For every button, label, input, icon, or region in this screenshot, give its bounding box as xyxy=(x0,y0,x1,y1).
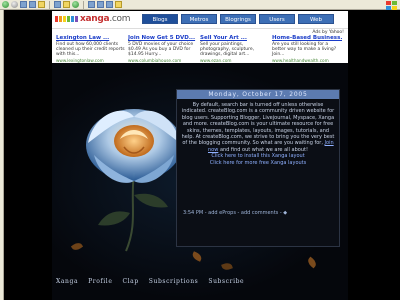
entry-body: By default, search bar is turned off unl… xyxy=(177,99,339,169)
nav-tab-users[interactable]: Users xyxy=(259,14,295,24)
stop-icon xyxy=(20,1,27,8)
print-button[interactable] xyxy=(97,1,104,9)
blog-entry-box: Monday, October 17, 2005 By default, sea… xyxy=(176,89,340,247)
ad-body: Are you still looking for a better way t… xyxy=(272,42,337,57)
ad-body: 5 DVD movies of your choice $0.49 As you… xyxy=(128,42,194,57)
discuss-button[interactable] xyxy=(115,1,122,9)
back-icon xyxy=(2,1,9,8)
favorites-icon xyxy=(63,1,70,8)
xanga-header: xanga.com Blogs Metros Blogrings Users W… xyxy=(52,11,348,28)
discuss-icon xyxy=(115,1,122,8)
ad-item[interactable]: Join Now Get 5 DVD... 5 DVD movies of yo… xyxy=(128,35,198,63)
back-button[interactable] xyxy=(2,1,9,9)
home-icon xyxy=(38,1,45,8)
favorites-button[interactable] xyxy=(63,1,70,9)
toolbar-divider xyxy=(49,0,50,9)
ad-title[interactable]: Join Now Get 5 DVD... xyxy=(128,35,198,41)
profile-layout: Monday, October 17, 2005 By default, sea… xyxy=(52,63,348,300)
refresh-icon xyxy=(29,1,36,8)
search-icon xyxy=(54,1,61,8)
stop-button[interactable] xyxy=(20,1,27,9)
ad-item[interactable]: Sell Your Art ... Sell your paintings, p… xyxy=(200,35,270,63)
entry-text-end: and find out what we are all about! xyxy=(219,146,308,153)
ad-item[interactable]: Lexington Law ... Find out how 60,000 cl… xyxy=(56,35,126,63)
browser-toolbar xyxy=(0,0,400,10)
xanga-logo[interactable]: xanga.com xyxy=(55,14,131,24)
ad-item[interactable]: Home-Based Business... Are you still loo… xyxy=(272,35,342,63)
logo-block xyxy=(59,16,62,22)
ad-body: Find out how 60,000 clients cleaned up t… xyxy=(56,42,125,57)
xanga-logo-icon xyxy=(55,16,78,22)
entry-text: By default, search bar is turned off unl… xyxy=(181,102,335,147)
toolbar-divider-2 xyxy=(83,0,84,9)
logo-block xyxy=(67,16,70,22)
forward-icon xyxy=(11,1,18,8)
home-button[interactable] xyxy=(38,1,45,9)
logo-block xyxy=(71,16,74,22)
profile-nav-clap[interactable]: Clap xyxy=(122,278,138,285)
logo-text: xanga.com xyxy=(80,14,131,24)
profile-nav-subscribe[interactable]: Subscribe xyxy=(208,278,244,285)
nav-tab-web[interactable]: Web xyxy=(298,14,334,24)
ad-title[interactable]: Sell Your Art ... xyxy=(200,35,270,41)
mail-button[interactable] xyxy=(88,1,95,9)
history-icon xyxy=(72,1,79,8)
more-layouts-link[interactable]: Click here for more free Xanga layouts xyxy=(181,160,335,166)
nav-tab-metros[interactable]: Metros xyxy=(181,14,217,24)
profile-nav-profile[interactable]: Profile xyxy=(88,278,112,285)
profile-nav-xanga[interactable]: Xanga xyxy=(56,278,78,285)
logo-block xyxy=(55,16,58,22)
ad-body: Sell your paintings, photography, sculpt… xyxy=(200,42,255,57)
mail-icon xyxy=(88,1,95,8)
refresh-button[interactable] xyxy=(29,1,36,9)
search-button[interactable] xyxy=(54,1,61,9)
xanga-nav: Blogs Metros Blogrings Users Web xyxy=(142,14,334,24)
ad-title[interactable]: Home-Based Business... xyxy=(272,35,342,41)
browser-left-edge xyxy=(0,10,4,300)
history-button[interactable] xyxy=(72,1,79,9)
forward-button[interactable] xyxy=(11,1,18,9)
logo-block xyxy=(75,16,78,22)
sponsored-ads: Ads by Yahoo! Lexington Law ... Find out… xyxy=(52,28,348,63)
profile-nav-subscriptions[interactable]: Subscriptions xyxy=(149,278,199,285)
edit-icon xyxy=(106,1,113,8)
logo-block xyxy=(63,16,66,22)
profile-nav: Xanga Profile Clap Subscriptions Subscri… xyxy=(56,278,244,285)
nav-tab-blogs[interactable]: Blogs xyxy=(142,14,178,24)
edit-button[interactable] xyxy=(106,1,113,9)
ad-title[interactable]: Lexington Law ... xyxy=(56,35,126,41)
print-icon xyxy=(97,1,104,8)
nav-tab-blogrings[interactable]: Blogrings xyxy=(220,14,256,24)
entry-footer[interactable]: 3:54 PM - add eProps - add comments - ◆ xyxy=(183,210,287,216)
entry-date-header: Monday, October 17, 2005 xyxy=(177,90,339,99)
windows-logo-icon xyxy=(386,1,397,10)
